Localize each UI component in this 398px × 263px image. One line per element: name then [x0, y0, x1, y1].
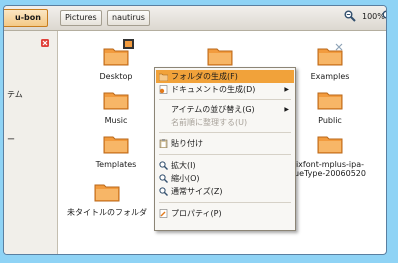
menu-separator — [159, 154, 291, 155]
context-menu: フォルダの生成(F) ドキュメントの生成(D) ▶ アイテムの並び替え(G) ▶… — [154, 67, 296, 231]
breadcrumb-home[interactable]: u-bon — [4, 9, 48, 27]
folder-label: 未タイトルのフォルダ — [67, 208, 147, 217]
menu-item-label: 縮小(O) — [171, 174, 200, 183]
folder-icon — [317, 136, 343, 154]
zoom-in-icon — [159, 161, 168, 170]
new-document-icon — [159, 85, 168, 94]
folder-hidden[interactable] — [170, 43, 270, 67]
side-item-label[interactable]: テム — [7, 89, 23, 100]
folder-desktop[interactable]: Desktop — [66, 43, 166, 81]
menu-item-zoom-in[interactable]: 拡大(I) — [156, 159, 294, 172]
side-item-label[interactable]: ー — [7, 134, 15, 145]
menu-item-label: ドキュメントの生成(D) — [171, 85, 256, 94]
properties-icon — [159, 209, 168, 218]
folder-label: Desktop — [99, 72, 133, 81]
menu-separator — [159, 202, 291, 203]
zoom-in-icon[interactable] — [382, 10, 386, 22]
folder-music[interactable]: Music — [66, 87, 166, 125]
menu-item-label: 拡大(I) — [171, 161, 196, 170]
side-pane: テム ー — [4, 31, 58, 254]
menu-item-arrange-items[interactable]: アイテムの並び替え(G) ▶ — [156, 103, 294, 116]
folder-icon — [317, 43, 343, 66]
zoom-out-icon — [159, 174, 168, 183]
folder-icon — [103, 136, 129, 154]
menu-item-normal-size[interactable]: 通常サイズ(Z) — [156, 185, 294, 198]
menu-separator — [159, 132, 291, 133]
folder-icon — [103, 92, 129, 110]
menu-item-label: 通常サイズ(Z) — [171, 187, 223, 196]
submenu-arrow-icon: ▶ — [284, 86, 289, 93]
paste-icon — [159, 139, 168, 149]
zoom-normal-icon — [159, 187, 168, 196]
file-manager-window: u-bon Pictures nautirus 100% テム ー Deskto… — [4, 6, 386, 254]
menu-item-create-document[interactable]: ドキュメントの生成(D) ▶ — [156, 83, 294, 96]
new-folder-icon — [158, 72, 169, 82]
breadcrumb-pictures[interactable]: Pictures — [60, 10, 102, 26]
zoom-out-icon[interactable] — [344, 10, 356, 22]
breadcrumb-nautirus[interactable]: nautirus — [107, 10, 150, 26]
folder-templates[interactable]: Templates — [66, 131, 166, 169]
menu-item-paste[interactable]: 貼り付け — [156, 137, 294, 150]
folder-label: Music — [104, 116, 128, 125]
folder-icon — [207, 48, 233, 66]
close-icon[interactable] — [41, 39, 49, 47]
menu-item-create-folder[interactable]: フォルダの生成(F) — [156, 70, 294, 83]
menu-item-label: アイテムの並び替え(G) — [171, 105, 255, 114]
menu-item-label: 名前順に整理する(U) — [171, 118, 248, 127]
menu-item-label: プロパティ(P) — [171, 209, 222, 218]
menu-separator — [159, 99, 291, 100]
menu-item-label: フォルダの生成(F) — [171, 72, 238, 81]
submenu-arrow-icon: ▶ — [284, 106, 289, 113]
folder-untitled[interactable]: 未タイトルのフォルダ — [52, 179, 162, 217]
menu-item-label: 貼り付け — [171, 139, 203, 148]
folder-icon — [94, 184, 120, 202]
path-bar: u-bon Pictures nautirus 100% — [4, 6, 386, 31]
folder-label: Templates — [95, 160, 137, 169]
menu-item-properties[interactable]: プロパティ(P) — [156, 207, 294, 220]
desktop-emblem-icon — [123, 39, 134, 49]
folder-icon — [317, 92, 343, 110]
menu-item-clean-up-by-name: 名前順に整理する(U) — [156, 116, 294, 129]
menu-item-zoom-out[interactable]: 縮小(O) — [156, 172, 294, 185]
